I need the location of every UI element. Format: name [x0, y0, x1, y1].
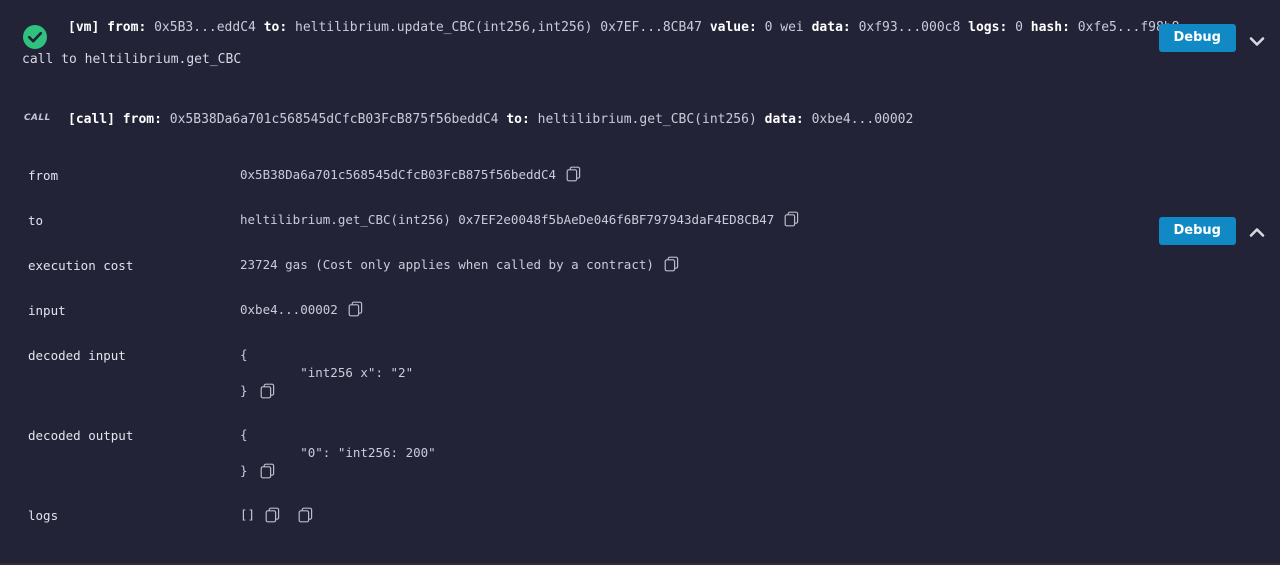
detail-label-from: from — [28, 168, 59, 183]
call-summary-line: [call] from: 0x5B38Da6a701c568545dCfcB03… — [68, 104, 1150, 130]
detail-label-logs: logs — [28, 508, 59, 523]
tx-hash-key: hash: — [1030, 20, 1070, 35]
detail-row-to: to heltilibrium.get_CBC(int256) 0x7EF2e0… — [0, 211, 1280, 230]
detail-row-logs: logs [] — [0, 506, 1280, 525]
decoded-input-body: "int256 x": "2" — [240, 365, 414, 380]
decoded-input-close-brace: } — [240, 383, 248, 398]
decoded-output-body: "0": "int256: 200" — [240, 445, 436, 460]
vm-tag: [vm] — [68, 20, 100, 35]
detail-row-decoded-output: decoded output { "0": "int256: 200" } — [0, 426, 1280, 480]
transaction-call-note: call to heltilibrium.get_CBC — [22, 52, 242, 67]
call-data-key: data: — [764, 112, 804, 127]
decoded-output-open-brace: { — [240, 427, 248, 442]
tx-from-key: from: — [107, 20, 147, 35]
detail-value-decoded-input: { "int256 x": "2" } — [240, 346, 1280, 400]
call-details-table: from 0x5B38Da6a701c568545dCfcB03FcB875f5… — [0, 166, 1280, 525]
detail-label-to: to — [28, 213, 44, 228]
detail-value-from: 0x5B38Da6a701c568545dCfcB03FcB875f56bedd… — [240, 166, 1280, 184]
detail-row-input: input 0xbe4...00002 — [0, 301, 1280, 320]
call-to-value: heltilibrium.get_CBC(int256) — [537, 112, 757, 127]
transaction-summary-line: [vm] from: 0x5B3...eddC4 to: heltilibriu… — [68, 18, 1179, 38]
detail-text-to: heltilibrium.get_CBC(int256) 0x7EF2e0048… — [240, 212, 775, 227]
detail-row-decoded-input: decoded input { "int256 x": "2" } — [0, 346, 1280, 400]
detail-value-logs: [] — [240, 506, 1280, 524]
tx-to-key: to: — [263, 20, 288, 35]
call-data-value: 0xbe4...00002 — [811, 112, 914, 127]
detail-label-input: input — [28, 303, 66, 318]
success-check-icon — [22, 24, 48, 50]
copy-icon-execution-cost[interactable] — [664, 256, 679, 272]
chevron-up-icon[interactable] — [1246, 222, 1268, 244]
transaction-log-entry[interactable]: [vm] from: 0x5B3...eddC4 to: heltilibriu… — [0, 0, 1280, 80]
remix-terminal-panel: [vm] from: 0x5B3...eddC4 to: heltilibriu… — [0, 0, 1280, 565]
detail-text-execution-cost: 23724 gas (Cost only applies when called… — [240, 257, 654, 272]
tx-value-key: value: — [709, 20, 757, 35]
detail-row-execution-cost: execution cost 23724 gas (Cost only appl… — [0, 256, 1280, 275]
detail-value-execution-cost: 23724 gas (Cost only applies when called… — [240, 256, 1280, 274]
detail-value-to: heltilibrium.get_CBC(int256) 0x7EF2e0048… — [240, 211, 1280, 229]
tx-value-value: 0 wei — [764, 20, 804, 35]
detail-label-decoded-output: decoded output — [28, 428, 134, 443]
tx-data-key: data: — [811, 20, 851, 35]
tx-to-value: heltilibrium.update_CBC(int256,int256) 0… — [295, 20, 702, 35]
debug-button-transaction[interactable]: Debug — [1158, 24, 1236, 52]
tx-from-value: 0x5B3...eddC4 — [154, 20, 256, 35]
tx-logs-key: logs: — [968, 20, 1008, 35]
detail-value-input: 0xbe4...00002 — [240, 301, 1280, 319]
copy-icon-input[interactable] — [348, 301, 363, 317]
copy-icon-decoded-output[interactable] — [260, 463, 275, 479]
detail-text-from: 0x5B38Da6a701c568545dCfcB03FcB875f56bedd… — [240, 167, 557, 182]
copy-icon-logs-primary[interactable] — [265, 507, 280, 523]
detail-row-from: from 0x5B38Da6a701c568545dCfcB03FcB875f5… — [0, 166, 1280, 185]
debug-button-call[interactable]: Debug — [1158, 217, 1236, 245]
call-log-entry[interactable]: CALL [call] from: 0x5B38Da6a701c568545dC… — [0, 104, 1280, 245]
chevron-down-icon[interactable] — [1246, 30, 1268, 52]
detail-value-decoded-output: { "0": "int256: 200" } — [240, 426, 1280, 480]
call-badge: CALL — [24, 113, 51, 123]
copy-icon-decoded-input[interactable] — [260, 383, 275, 399]
copy-icon-to[interactable] — [784, 211, 799, 227]
logs-text: [] — [240, 507, 256, 522]
detail-text-input: 0xbe4...00002 — [240, 302, 338, 317]
call-tag: [call] — [68, 112, 115, 127]
tx-data-value: 0xf93...000c8 — [858, 20, 961, 35]
copy-icon-logs-secondary[interactable] — [298, 507, 313, 523]
detail-label-decoded-input: decoded input — [28, 348, 126, 363]
call-from-value: 0x5B38Da6a701c568545dCfcB03FcB875f56bedd… — [169, 112, 499, 127]
copy-icon-from[interactable] — [566, 166, 581, 182]
call-to-key: to: — [506, 112, 530, 127]
call-from-key: from: — [122, 112, 162, 127]
tx-logs-value: 0 — [1015, 20, 1023, 35]
detail-label-execution-cost: execution cost — [28, 258, 134, 273]
decoded-output-close-brace: } — [240, 463, 248, 478]
decoded-input-open-brace: { — [240, 347, 248, 362]
